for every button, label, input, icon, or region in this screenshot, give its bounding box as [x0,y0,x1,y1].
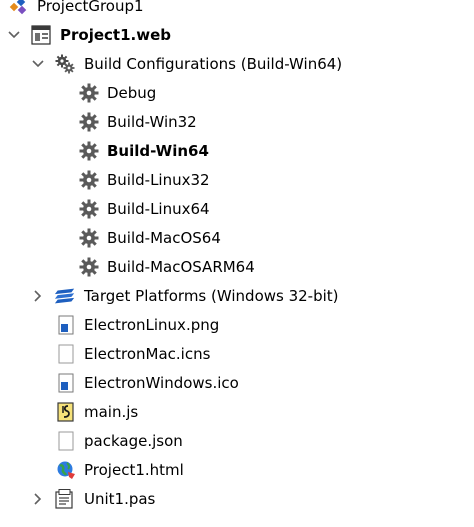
gear-icon [78,198,100,220]
file-item[interactable]: ElectronMac.icns [0,340,474,368]
tree-node-label: main.js [84,403,139,421]
tree-node-label: ElectronLinux.png [84,316,220,334]
gear-icon [78,140,100,162]
file-item[interactable]: ElectronWindows.ico [0,369,474,397]
tree-node-label: Build-Win32 [107,113,197,131]
tree-node-build-configurations[interactable]: Build Configurations (Build-Win64) [0,50,474,78]
gear-icon [78,227,100,249]
tree-node-label: ElectronWindows.ico [84,374,239,392]
build-configurations-icon [54,53,76,75]
tree-node-label: ElectronMac.icns [84,345,211,363]
tree-node-label: Debug [107,84,157,102]
build-config-item[interactable]: Build-Win32 [0,108,474,136]
tree-node-project-group[interactable]: ProjectGroup1 [0,0,474,20]
tree-node-label: Target Platforms (Windows 32-bit) [84,287,339,305]
file-item[interactable]: Project1.html [0,456,474,484]
gear-icon [78,111,100,133]
gear-icon [78,82,100,104]
build-config-item[interactable]: Build-MacOSARM64 [0,253,474,281]
project-group-icon [8,0,30,17]
image-file-icon [55,314,77,336]
tree-node-label: ProjectGroup1 [37,0,144,15]
target-platforms-icon [54,285,76,307]
tree-node-target-platforms[interactable]: Target Platforms (Windows 32-bit) [0,282,474,310]
tree-node-label: Project1.html [84,461,184,479]
project-tree: ProjectGroup1 Project1.web Build Configu… [0,0,474,527]
image-file-icon [55,372,77,394]
build-config-item-active[interactable]: Build-Win64 [0,137,474,165]
tree-node-project[interactable]: Project1.web [0,21,474,49]
tree-node-label: Build-Win64 [107,142,209,160]
file-item[interactable]: package.json [0,427,474,455]
file-item[interactable]: main.js [0,398,474,426]
tree-node-label: Build-Linux64 [107,200,210,218]
web-project-icon [30,24,52,46]
html-file-icon [55,459,77,481]
blank-file-icon [55,430,77,452]
tree-node-label: Unit1.pas [84,490,156,508]
pascal-unit-icon [54,488,76,510]
tree-node-label: Project1.web [60,26,171,44]
build-config-item[interactable]: Build-MacOS64 [0,224,474,252]
tree-node-label: Build-MacOSARM64 [107,258,255,276]
file-item[interactable]: ElectronLinux.png [0,311,474,339]
tree-node-label: package.json [84,432,183,450]
gear-icon [78,169,100,191]
tree-node-label: Build-MacOS64 [107,229,221,247]
tree-node-unit[interactable]: Unit1.pas [0,485,474,513]
build-config-item[interactable]: Build-Linux64 [0,195,474,223]
blank-file-icon [55,343,77,365]
chevron-down-icon[interactable] [7,28,21,42]
tree-node-label: Build-Linux32 [107,171,210,189]
tree-node-label: Build Configurations (Build-Win64) [84,55,343,73]
build-config-item[interactable]: Build-Linux32 [0,166,474,194]
gear-icon [78,256,100,278]
chevron-right-icon[interactable] [31,492,45,506]
build-config-item[interactable]: Debug [0,79,474,107]
chevron-right-icon[interactable] [31,289,45,303]
chevron-down-icon[interactable] [31,57,45,71]
script-file-icon [55,401,77,423]
